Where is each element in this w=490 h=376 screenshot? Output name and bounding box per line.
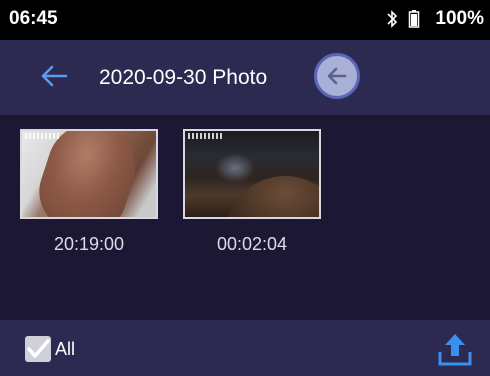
photo-thumbnail[interactable]: [183, 129, 321, 219]
battery-percent: 100%: [435, 8, 484, 29]
status-icons: 100%: [386, 8, 484, 30]
select-all-checkbox[interactable]: [25, 336, 51, 362]
status-time: 06:45: [9, 8, 58, 29]
app-bar: 2020-09-30 Photo: [0, 40, 490, 115]
page-title: 2020-09-30 Photo: [99, 66, 268, 89]
battery-icon: [409, 10, 420, 28]
photo-thumbnail[interactable]: [20, 129, 158, 219]
photo-grid: 20:19:00 00:02:04: [0, 115, 490, 320]
photo-time-label: 20:19:00: [53, 234, 125, 254]
upload-icon[interactable]: [437, 330, 473, 368]
check-icon: [27, 339, 50, 358]
bluetooth-icon: [387, 10, 398, 28]
arrow-left-icon[interactable]: [40, 64, 68, 88]
status-bar: 06:45 100%: [0, 0, 490, 40]
circle-arrow-left-icon: [327, 67, 347, 85]
select-all-label[interactable]: All: [55, 339, 75, 360]
photo-item[interactable]: 20:19:00: [20, 129, 158, 255]
photo-item[interactable]: 00:02:04: [183, 129, 321, 255]
photo-time-label: 00:02:04: [216, 234, 288, 254]
circle-back-button[interactable]: [314, 53, 360, 99]
bottom-bar: All: [0, 320, 490, 376]
